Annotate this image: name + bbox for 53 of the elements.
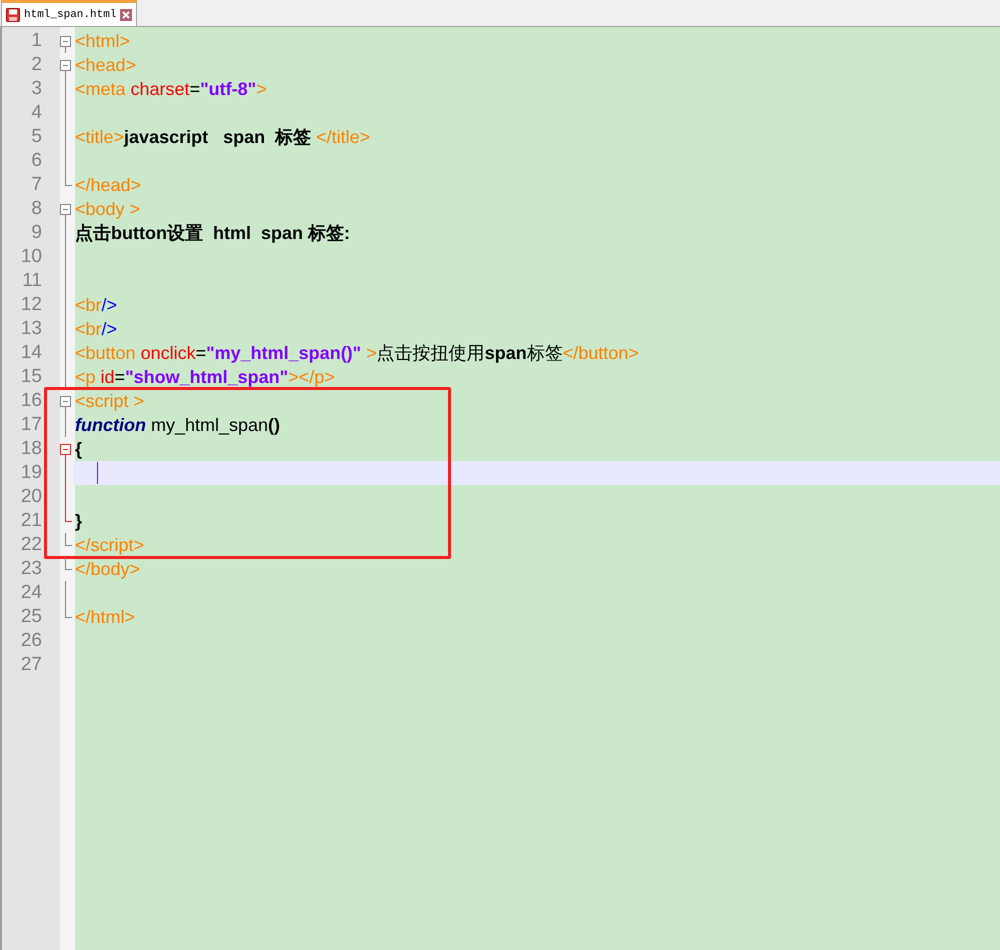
code-line: <head>	[75, 54, 136, 76]
code-line: </script>	[75, 534, 144, 556]
text-cursor	[97, 462, 98, 484]
code-line: }	[75, 510, 82, 532]
line-number: 24	[20, 581, 42, 605]
line-number: 10	[20, 245, 42, 269]
file-tab[interactable]: html_span.html	[1, 0, 138, 26]
fold-minus-icon[interactable]	[60, 204, 71, 221]
fold-minus-icon[interactable]	[60, 396, 71, 413]
line-number: 7	[30, 173, 42, 197]
line-number: 18	[20, 437, 42, 461]
line-number: 8	[30, 197, 42, 221]
code-line: </html>	[75, 606, 136, 628]
code-line: </body>	[75, 558, 140, 580]
code-line: <meta charset="utf-8">	[75, 78, 267, 100]
close-icon[interactable]	[120, 8, 132, 20]
line-number: 2	[30, 53, 42, 77]
line-number: 27	[20, 653, 42, 677]
code-line: <body >	[75, 198, 140, 220]
code-line: <br/>	[75, 294, 118, 316]
code-line: <button onclick="my_html_span()" >点击按扭使用span标签</button>	[75, 342, 639, 365]
line-number: 9	[30, 221, 42, 245]
code-line: function my_html_span()	[75, 414, 280, 436]
fold-minus-icon[interactable]	[60, 444, 71, 461]
line-number: 17	[20, 413, 42, 437]
line-number: 14	[20, 341, 42, 365]
line-number: 11	[21, 269, 42, 293]
code-line: {	[75, 438, 82, 460]
line-number: 12	[20, 293, 42, 317]
line-number: 25	[20, 605, 42, 629]
line-number: 13	[20, 317, 42, 341]
line-number: 4	[30, 101, 42, 125]
code-line: 点击button设置 html span 标签:	[75, 222, 350, 245]
code-line: <title>javascript span 标签 </title>	[75, 126, 370, 149]
line-number: 6	[30, 149, 42, 173]
line-number: 20	[20, 485, 42, 509]
code-line: <html>	[75, 30, 130, 52]
line-number: 15	[20, 365, 42, 389]
fold-minus-icon[interactable]	[60, 60, 71, 77]
line-number: 19	[20, 461, 42, 485]
code-line: <script >	[75, 390, 144, 412]
line-number: 5	[30, 125, 42, 149]
code-line: </head>	[75, 174, 142, 196]
code-line: <br/>	[75, 318, 118, 340]
line-number: 22	[20, 533, 42, 557]
line-number: 23	[20, 557, 42, 581]
line-number: 16	[20, 389, 42, 413]
line-number: 1	[30, 29, 42, 53]
line-number: 3	[30, 77, 42, 101]
line-number: 21	[20, 509, 42, 533]
fold-minus-icon[interactable]	[60, 36, 71, 53]
line-number: 26	[20, 629, 42, 653]
code-line: <p id="show_html_span"></p>	[75, 366, 335, 388]
